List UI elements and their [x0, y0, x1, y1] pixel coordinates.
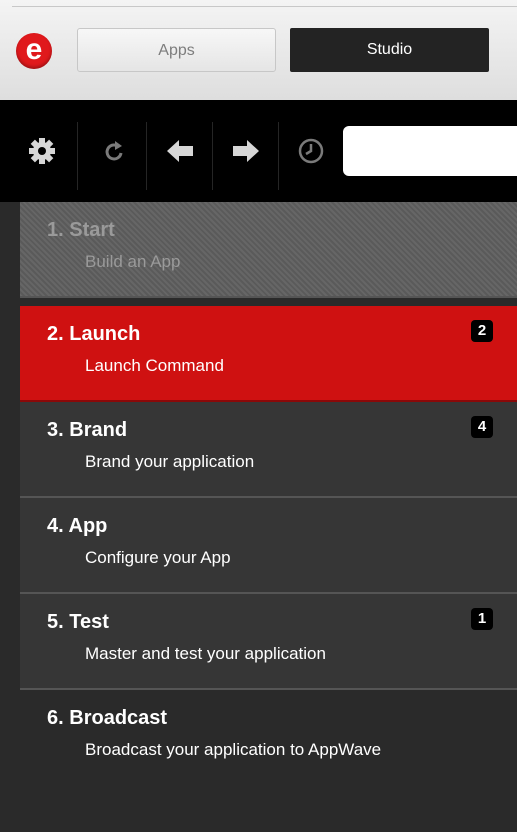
- panel-edge: [0, 202, 20, 832]
- count-badge: 2: [471, 320, 493, 342]
- step-test[interactable]: 5. Test Master and test your application…: [20, 594, 517, 690]
- step-broadcast[interactable]: 6. Broadcast Broadcast your application …: [20, 690, 517, 832]
- step-subtitle: Broadcast your application to AppWave: [85, 740, 382, 759]
- history-clock-icon[interactable]: [288, 100, 334, 202]
- top-bar: e Apps Studio: [0, 0, 517, 100]
- step-title: 1. Start: [47, 219, 115, 241]
- step-start[interactable]: 1. Start Build an App: [20, 202, 517, 298]
- step-subtitle: Build an App: [85, 252, 181, 271]
- back-arrow-icon[interactable]: [160, 100, 200, 202]
- step-subtitle: Launch Command: [85, 356, 224, 375]
- step-title: 6. Broadcast: [47, 707, 168, 729]
- step-title: 2. Launch: [47, 323, 141, 345]
- toolbar-divider: [77, 122, 78, 190]
- step-subtitle: Brand your application: [85, 452, 255, 471]
- search-input[interactable]: [343, 126, 517, 176]
- toolbar-divider: [212, 122, 213, 190]
- step-title: 3. Brand: [47, 419, 128, 441]
- refresh-icon[interactable]: [96, 100, 132, 202]
- forward-arrow-icon[interactable]: [226, 100, 266, 202]
- toolbar-divider: [146, 122, 147, 190]
- gear-icon[interactable]: [22, 100, 62, 202]
- step-title: 4. App: [47, 515, 108, 537]
- step-launch[interactable]: 2. Launch Launch Command 2: [20, 306, 517, 402]
- step-app[interactable]: 4. App Configure your App: [20, 498, 517, 594]
- step-subtitle: Master and test your application: [85, 644, 326, 663]
- tab-apps[interactable]: Apps: [77, 28, 276, 72]
- count-badge: 1: [471, 608, 493, 630]
- step-subtitle: Configure your App: [85, 548, 231, 567]
- step-title: 5. Test: [47, 611, 109, 633]
- count-badge: 4: [471, 416, 493, 438]
- toolbar-divider: [278, 122, 279, 190]
- steps-panel: 1. Start Build an App 2. Launch Launch C…: [0, 202, 517, 832]
- app-logo[interactable]: e: [16, 33, 52, 69]
- step-brand[interactable]: 3. Brand Brand your application 4: [20, 402, 517, 498]
- top-divider: [12, 6, 517, 7]
- tab-studio[interactable]: Studio: [290, 28, 489, 72]
